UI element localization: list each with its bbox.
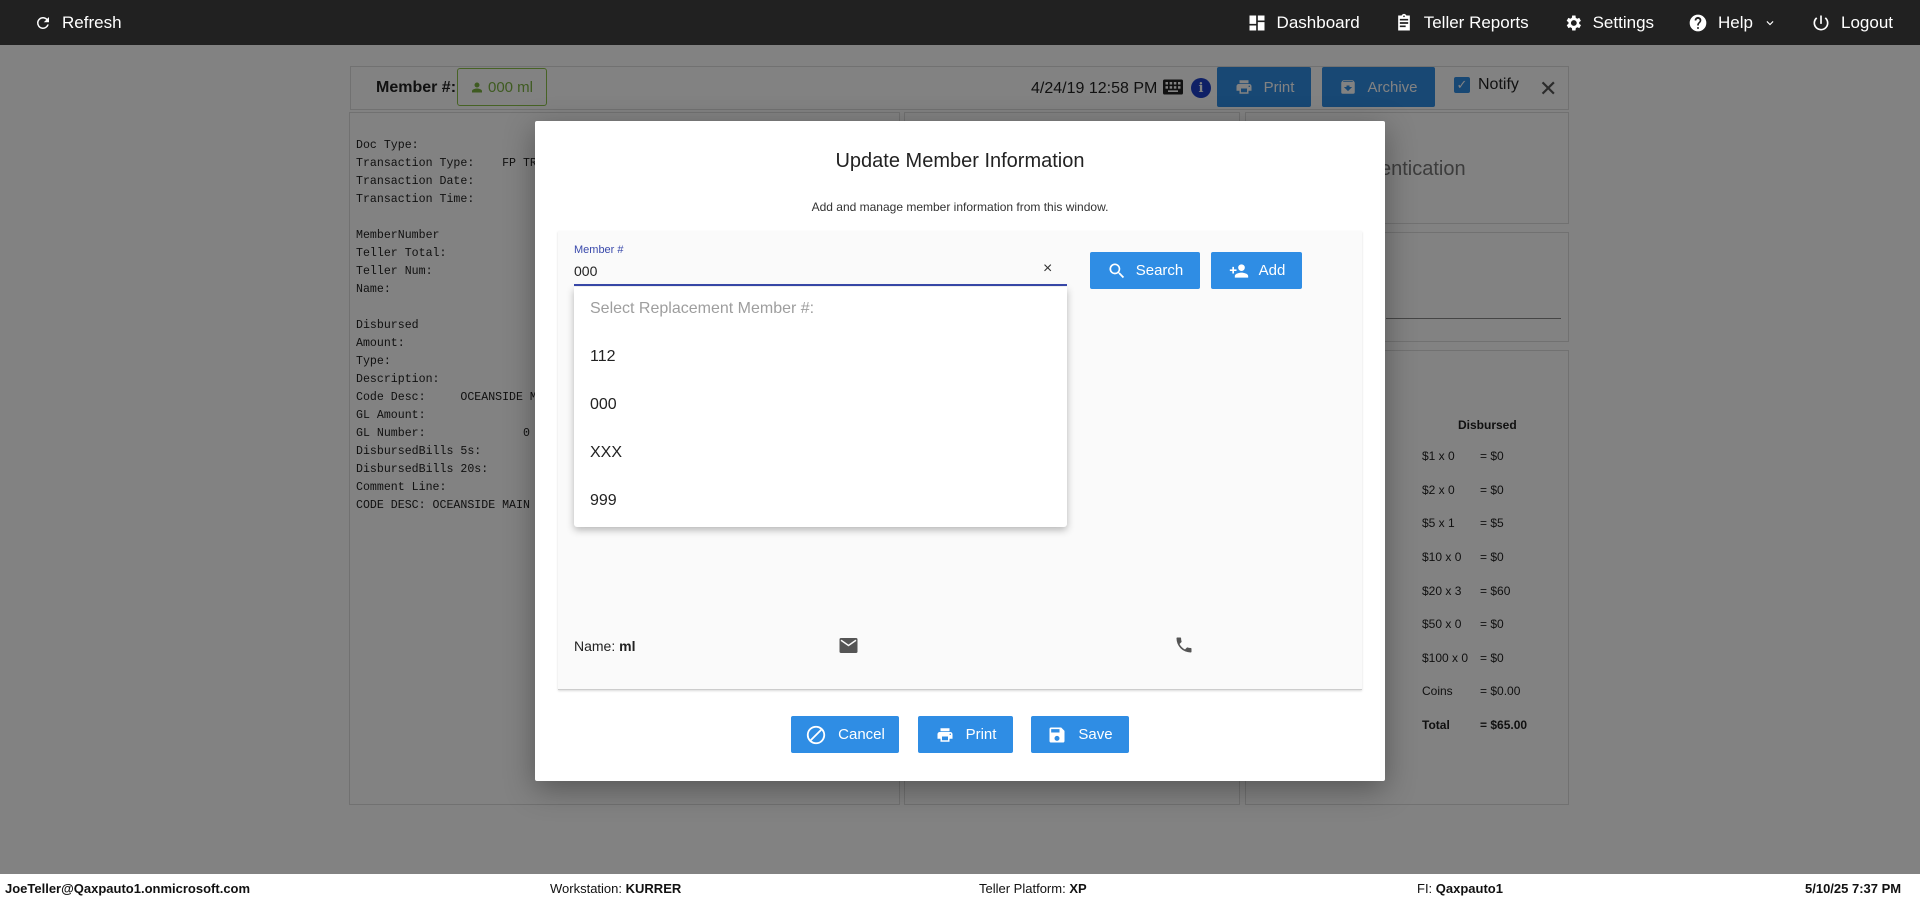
field-underline (574, 284, 1067, 286)
person-add-icon (1229, 263, 1248, 278)
search-icon (1109, 263, 1124, 278)
nav-logout-label: Logout (1841, 12, 1893, 32)
search-button[interactable]: Search (1090, 252, 1200, 289)
nav-logout[interactable]: Logout (1811, 13, 1893, 33)
nav-settings-label: Settings (1592, 12, 1655, 32)
nav-teller-reports-label: Teller Reports (1423, 12, 1529, 32)
member-number-input[interactable]: 000 (574, 263, 597, 279)
member-dropdown: Select Replacement Member #: 112 000 XXX… (574, 287, 1067, 527)
status-fi: FI: Qaxpauto1 (1417, 881, 1503, 896)
status-bar: JoeTeller@Qaxpauto1.onmicrosoft.com Work… (0, 874, 1920, 901)
dropdown-placeholder: Select Replacement Member #: (590, 300, 815, 317)
dashboard-icon (1249, 15, 1265, 30)
status-datetime: 5/10/25 7:37 PM (1805, 881, 1902, 896)
dialog-subtitle: Add and manage member information from t… (811, 200, 1109, 214)
power-icon (1813, 15, 1829, 30)
status-user: JoeTeller@Qaxpauto1.onmicrosoft.com (5, 881, 251, 896)
dropdown-option[interactable]: 112 (590, 348, 616, 366)
print-label: Print (965, 726, 997, 743)
clear-icon[interactable]: × (1043, 260, 1052, 278)
email-icon[interactable] (839, 638, 858, 653)
clipboard-icon (1397, 13, 1410, 31)
dropdown-option[interactable]: 999 (590, 492, 617, 510)
nav-help-label: Help (1718, 12, 1753, 32)
gear-icon (1566, 15, 1581, 30)
top-nav-bar: Refresh Dashboard Teller Reports Setting… (0, 0, 1920, 45)
add-member-button[interactable]: Add (1211, 252, 1302, 289)
member-field-label: Member # (574, 244, 624, 256)
status-platform: Teller Platform: XP (979, 881, 1087, 896)
cancel-label: Cancel (838, 726, 885, 743)
nav-dashboard[interactable]: Dashboard (1247, 13, 1360, 33)
update-member-dialog: Update Member Information Add and manage… (535, 121, 1385, 781)
save-icon (1049, 727, 1065, 742)
cancel-button[interactable]: Cancel (791, 716, 899, 753)
refresh-button[interactable]: Refresh (34, 0, 122, 45)
chevron-down-icon (1766, 20, 1774, 25)
save-button[interactable]: Save (1031, 716, 1129, 753)
name-label: Name: (574, 638, 616, 654)
block-icon (806, 725, 826, 744)
status-workstation: Workstation: KURRER (550, 881, 682, 896)
print-button[interactable]: Print (918, 716, 1013, 753)
member-card: Member # 000 × Search Add Select Replace… (558, 231, 1362, 690)
dropdown-option[interactable]: 000 (590, 396, 617, 414)
phone-icon[interactable] (1174, 635, 1194, 655)
search-label: Search (1135, 262, 1184, 279)
nav-help[interactable]: Help (1688, 13, 1777, 33)
nav-settings[interactable]: Settings (1563, 13, 1654, 33)
member-name: Name: ml (574, 638, 635, 654)
name-value: ml (619, 638, 636, 654)
nav-teller-reports[interactable]: Teller Reports (1394, 13, 1529, 33)
refresh-label: Refresh (62, 12, 122, 32)
dialog-title: Update Member Information (835, 150, 1085, 172)
help-circle-icon (1689, 14, 1707, 31)
dropdown-option[interactable]: XXX (590, 444, 622, 462)
save-label: Save (1078, 726, 1113, 743)
printer-icon (937, 727, 953, 742)
add-label: Add (1258, 262, 1286, 279)
nav-dashboard-label: Dashboard (1276, 12, 1360, 32)
refresh-icon (36, 16, 49, 29)
